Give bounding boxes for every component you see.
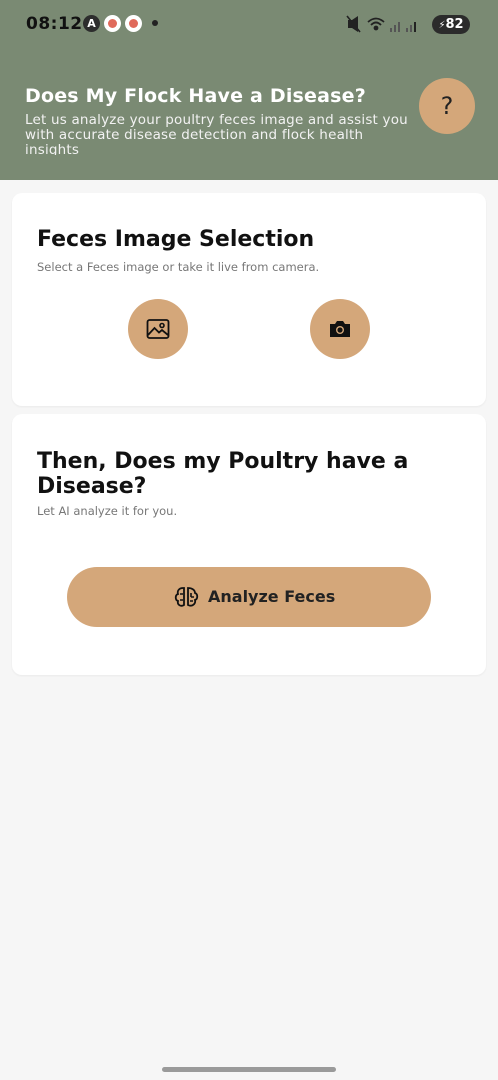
camera-icon: [330, 321, 350, 337]
mute-icon: [346, 15, 361, 33]
analyze-feces-label: Analyze Feces: [208, 587, 336, 606]
status-icons: [346, 15, 416, 33]
page-title: Does My Flock Have a Disease?: [25, 85, 366, 107]
image-icon: [146, 319, 170, 339]
status-time: 08:12: [26, 14, 83, 34]
battery-indicator: ⚡82: [432, 15, 470, 34]
notification-a-icon: A: [83, 15, 100, 32]
home-gesture-bar[interactable]: [162, 1067, 336, 1072]
analyze-subtitle: Let AI analyze it for you.: [37, 504, 178, 518]
more-notifications-dot: [152, 20, 158, 26]
page-subtitle: Let us analyze your poultry feces image …: [25, 113, 408, 155]
analyze-title: Then, Does my Poultry have a Disease?: [37, 449, 409, 499]
wifi-icon: [367, 17, 385, 31]
app-header: 08:12 A ⚡82 Does My Flock Have a Disease…: [0, 0, 498, 180]
help-button[interactable]: ?: [419, 78, 475, 134]
status-bar: 08:12 A ⚡82: [0, 0, 498, 50]
analyze-feces-button[interactable]: Analyze Feces: [67, 567, 431, 627]
battery-level: 82: [445, 17, 464, 32]
selection-subtitle: Select a Feces image or take it live fro…: [37, 260, 320, 274]
selection-title: Feces Image Selection: [37, 227, 315, 252]
brain-icon: [174, 587, 199, 607]
analyze-card: Then, Does my Poultry have a Disease? Le…: [12, 414, 486, 675]
signal-icon: [390, 22, 416, 32]
camera-button[interactable]: [310, 299, 370, 359]
image-selection-card: Feces Image Selection Select a Feces ima…: [12, 193, 486, 406]
gallery-button[interactable]: [128, 299, 188, 359]
notification-app-icon: [125, 15, 142, 32]
notification-app-icon: [104, 15, 121, 32]
